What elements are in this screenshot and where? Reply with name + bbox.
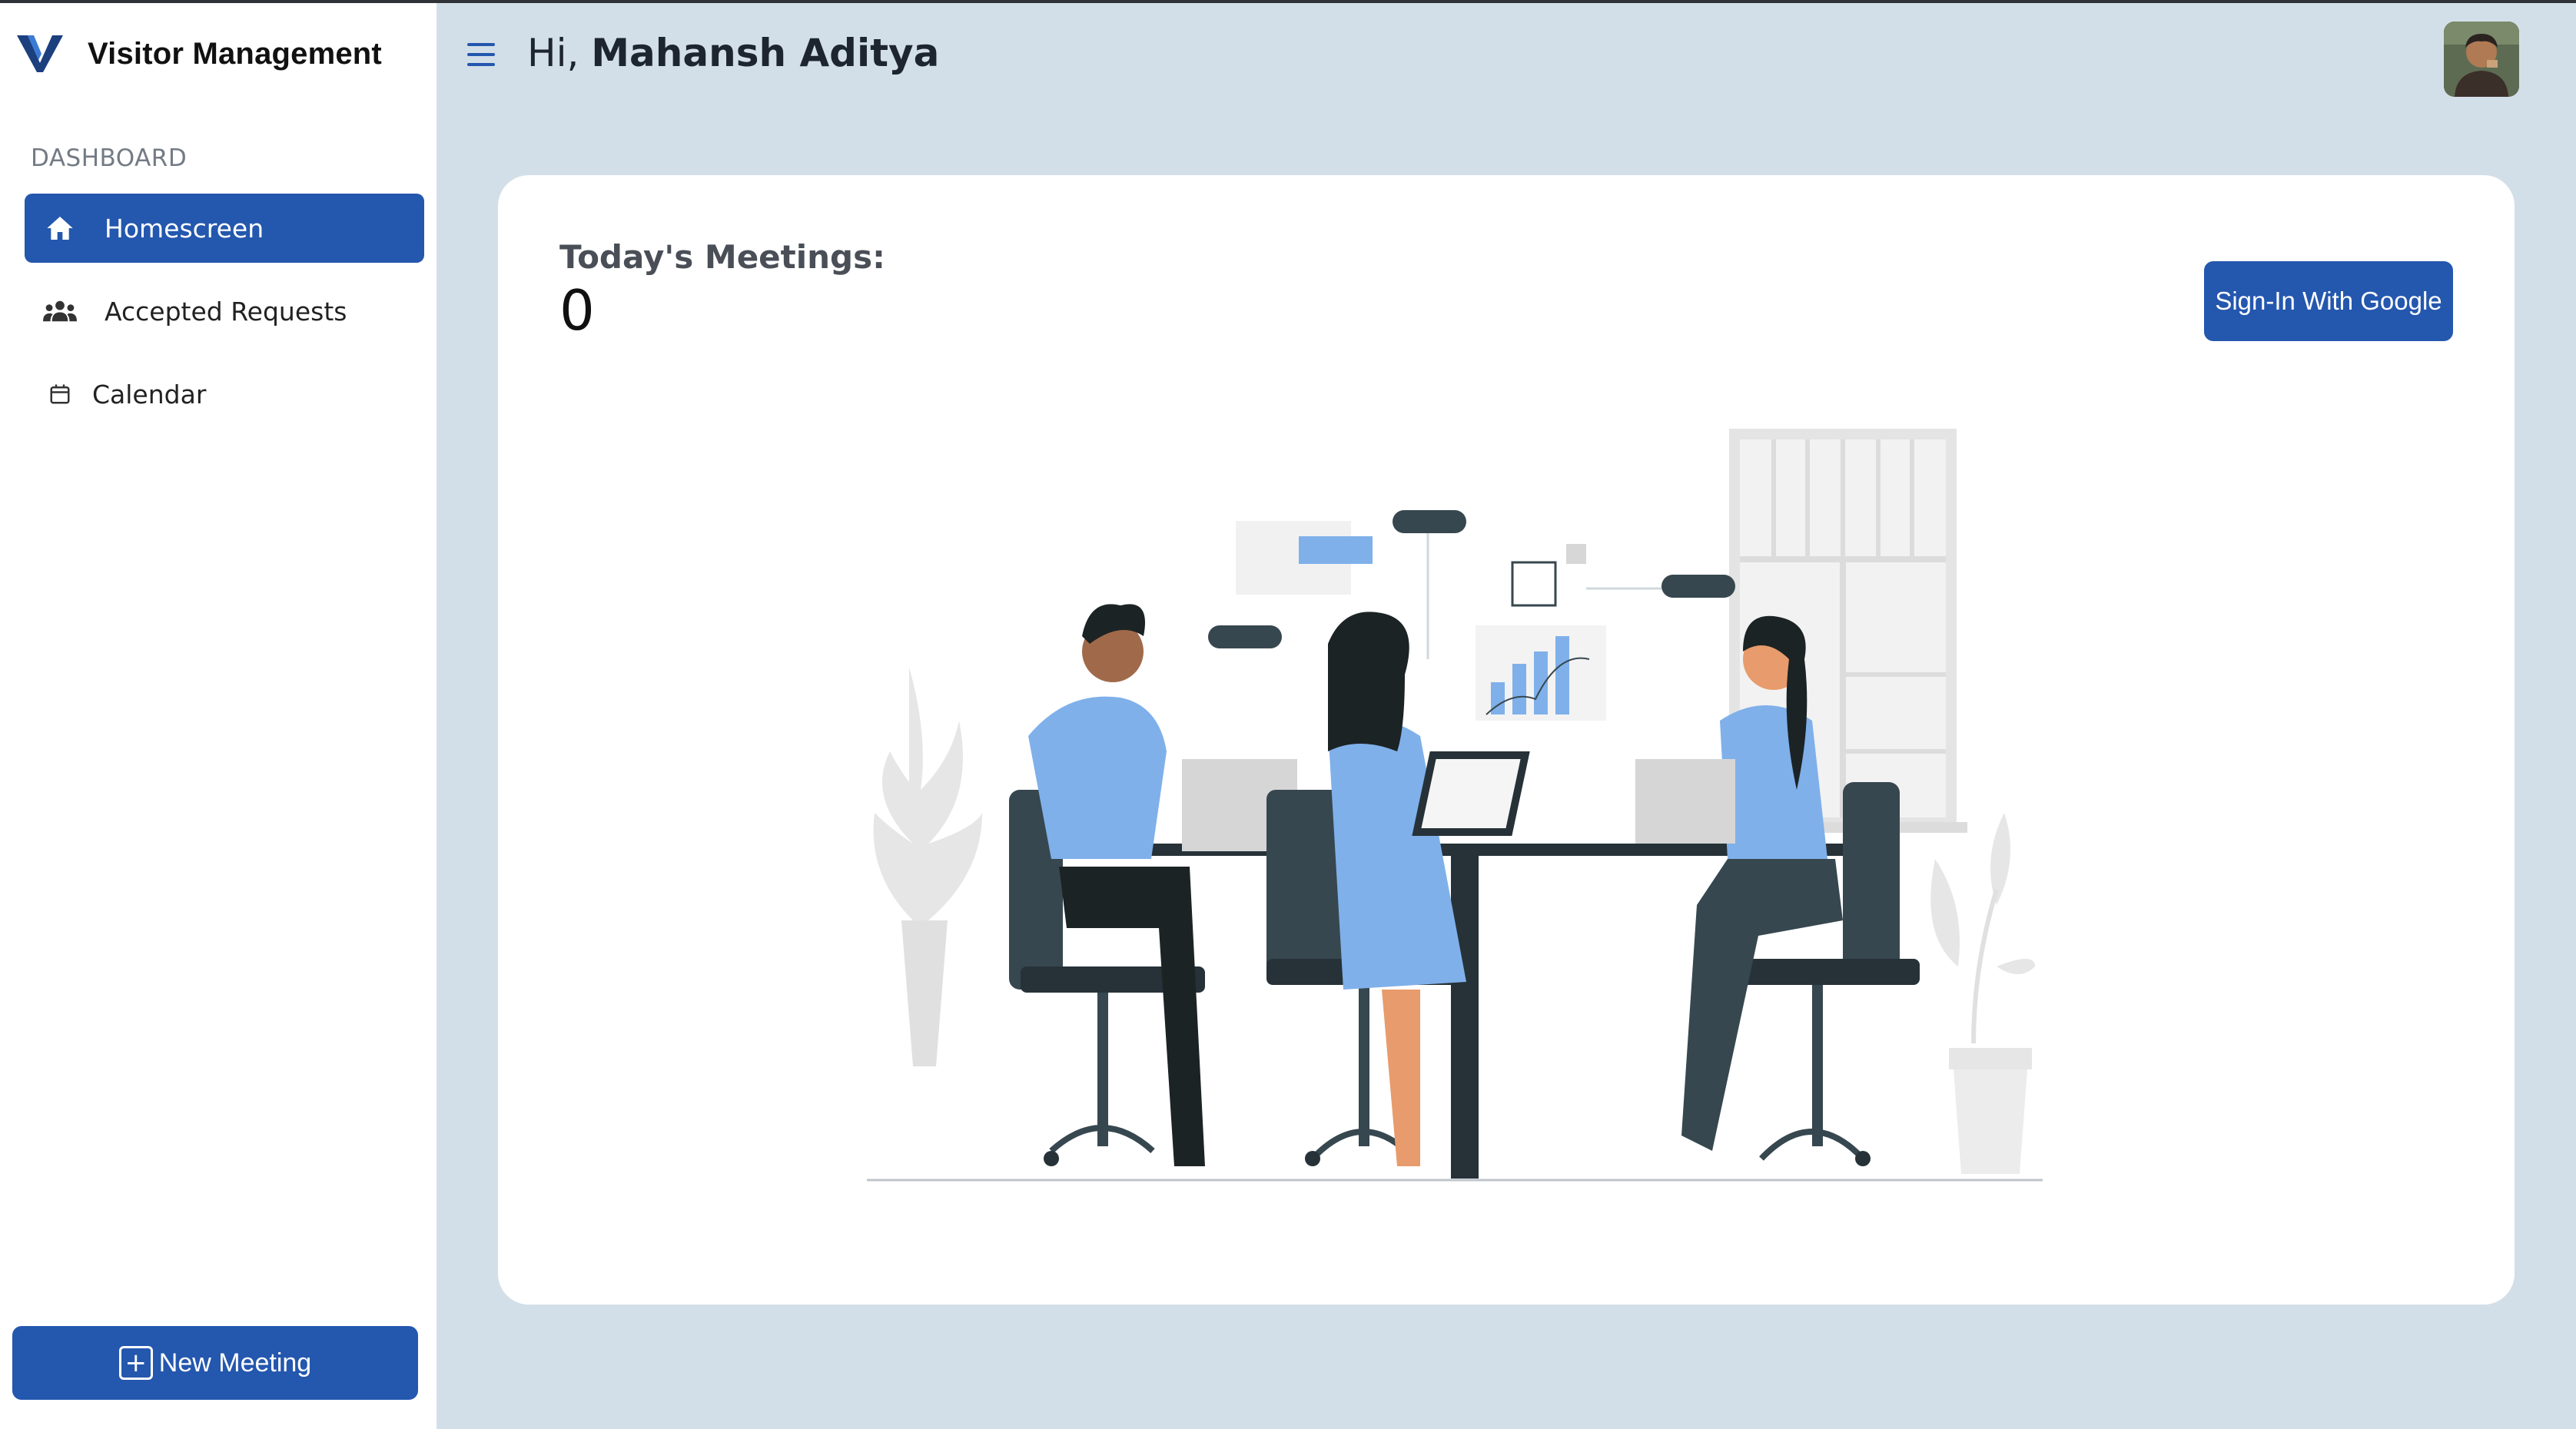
brand[interactable]: Visitor Management: [15, 29, 382, 78]
main-card: Today's Meetings: 0 Sign-In With Google: [498, 175, 2515, 1305]
sign-in-google-button[interactable]: Sign-In With Google: [2204, 261, 2453, 341]
sidebar-item-accepted-requests[interactable]: Accepted Requests: [25, 277, 424, 346]
greeting-prefix: Hi,: [527, 31, 579, 75]
user-name: Mahansh Aditya: [591, 31, 940, 75]
calendar-icon: [43, 377, 77, 411]
new-meeting-button[interactable]: + New Meeting: [12, 1326, 418, 1400]
avatar-image: [2444, 22, 2519, 97]
sidebar-item-label: Calendar: [92, 379, 207, 409]
brand-logo-icon: [17, 35, 63, 72]
meeting-illustration: [867, 429, 2043, 1182]
hamburger-icon: [467, 43, 495, 46]
avatar[interactable]: [2444, 22, 2519, 97]
greeting: Hi, Mahansh Aditya: [527, 31, 939, 75]
sidebar-item-label: Homescreen: [105, 213, 264, 244]
hamburger-line: [467, 53, 495, 56]
sidebar-item-homescreen[interactable]: Homescreen: [25, 194, 424, 263]
sidebar: Visitor Management DASHBOARD Homescreen …: [0, 3, 437, 1429]
meetings-label: Today's Meetings:: [559, 238, 885, 276]
menu-toggle-button[interactable]: [467, 43, 495, 68]
sidebar-item-calendar[interactable]: Calendar: [25, 360, 424, 429]
brand-name: Visitor Management: [88, 36, 382, 71]
section-label: DASHBOARD: [31, 144, 188, 172]
plus-icon: +: [118, 1346, 153, 1380]
new-meeting-label: New Meeting: [158, 1348, 312, 1378]
meetings-count: 0: [559, 278, 595, 343]
home-icon: [43, 211, 77, 245]
sidebar-item-label: Accepted Requests: [105, 296, 347, 327]
hamburger-line: [467, 63, 495, 66]
people-icon: [43, 294, 77, 328]
